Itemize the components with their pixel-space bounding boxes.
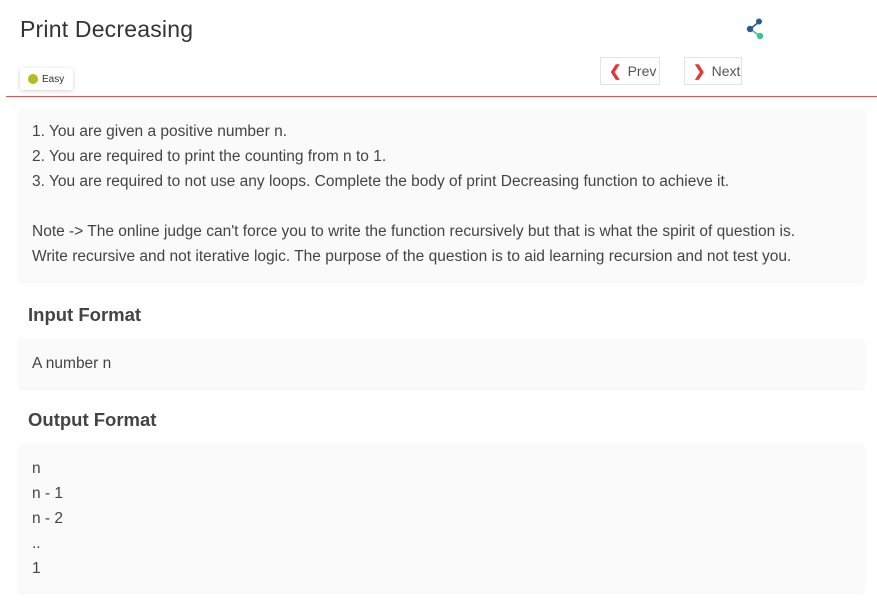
page-title: Print Decreasing — [20, 16, 194, 42]
problem-description: 1. You are given a positive number n. 2.… — [19, 109, 864, 281]
difficulty-badge: Easy — [20, 68, 74, 90]
description-line: 3. You are required to not use any loops… — [32, 173, 730, 190]
output-line: .. — [32, 535, 41, 552]
prev-button[interactable]: ❮ Prev — [600, 57, 660, 85]
next-button[interactable]: ❯ Next — [684, 57, 742, 85]
output-line: n - 1 — [32, 485, 64, 502]
chevron-left-icon: ❮ — [609, 62, 622, 80]
output-format-card: n n - 1 n - 2 .. 1 — [19, 444, 864, 592]
output-line: n — [32, 460, 41, 477]
description-line: 2. You are required to print the countin… — [32, 148, 387, 165]
output-line: 1 — [32, 560, 41, 577]
difficulty-dot-icon — [28, 74, 38, 84]
description-line: 1. You are given a positive number n. — [32, 123, 288, 140]
input-format-card: A number n — [19, 339, 864, 388]
input-format-heading: Input Format — [28, 304, 142, 325]
share-icon[interactable] — [745, 17, 767, 41]
header-divider — [6, 96, 877, 97]
output-line: n - 2 — [32, 510, 64, 527]
output-format-heading: Output Format — [28, 409, 157, 430]
input-format-text: A number n — [32, 355, 112, 372]
note-line: Note -> The online judge can't force you… — [32, 223, 796, 240]
next-label: Next — [711, 63, 741, 79]
difficulty-label: Easy — [42, 73, 65, 85]
chevron-right-icon: ❯ — [693, 62, 706, 80]
prev-label: Prev — [627, 63, 657, 79]
note-line: Write recursive and not iterative logic.… — [32, 248, 792, 265]
